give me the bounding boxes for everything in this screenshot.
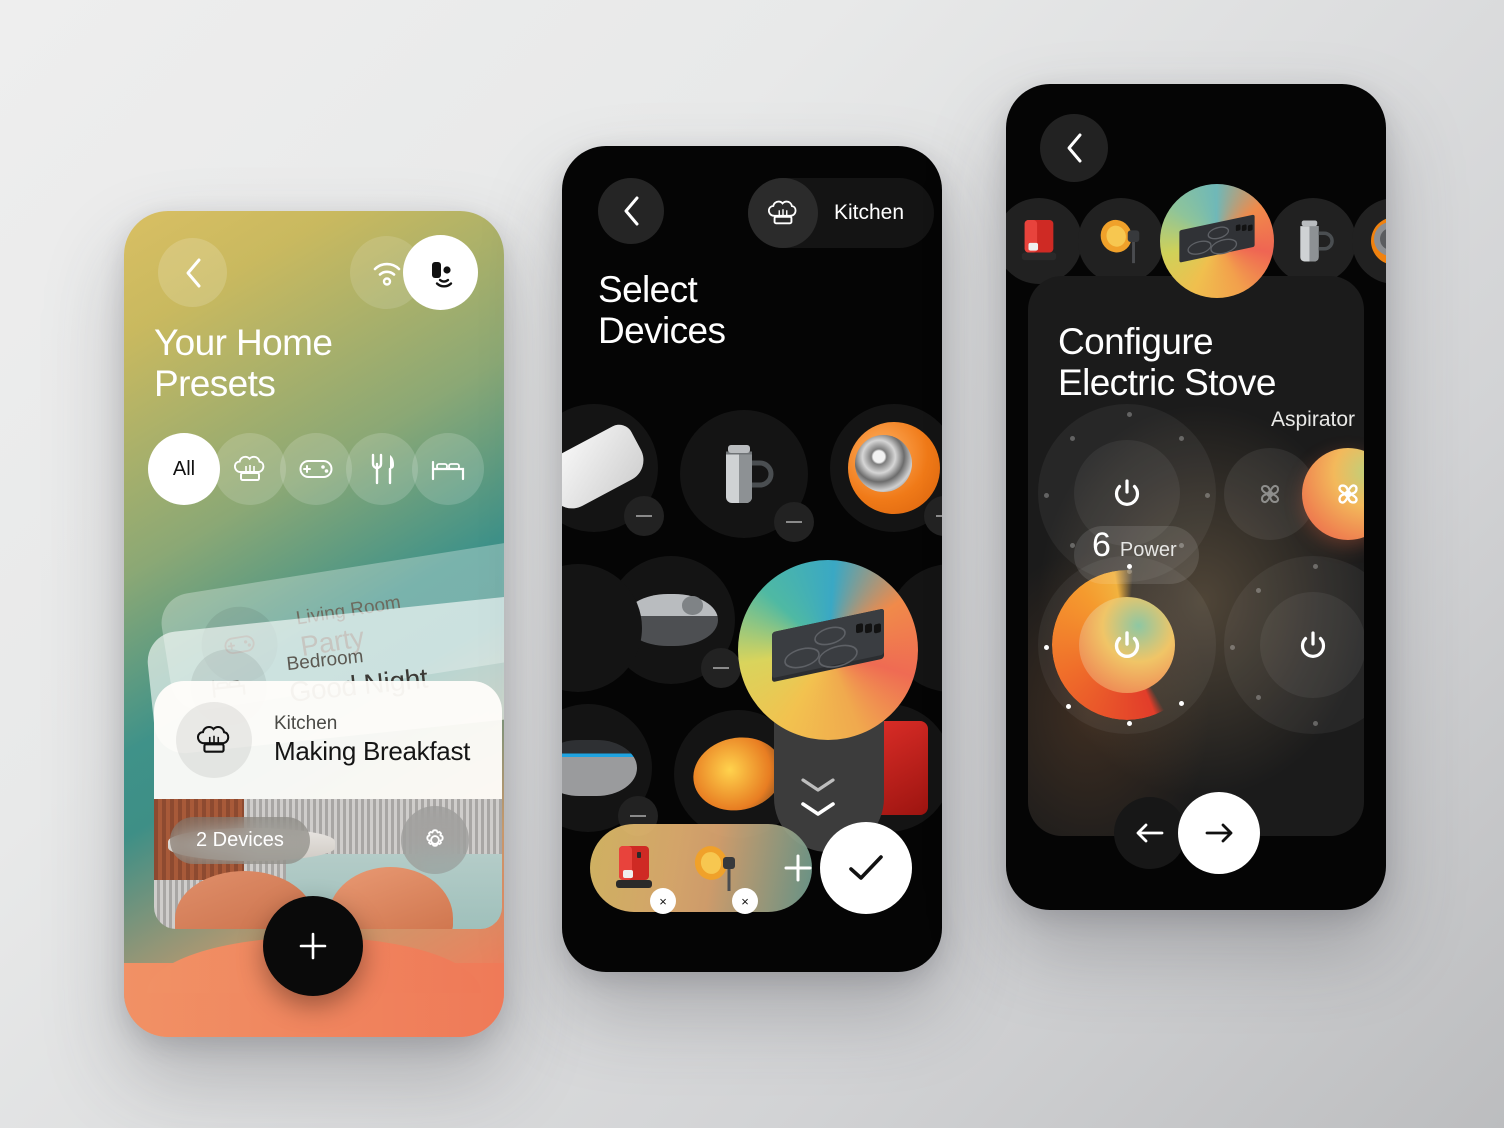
carousel-item-coffee-machine[interactable] [1006,198,1082,284]
next-step-button[interactable] [1178,792,1260,874]
plus-icon [296,929,330,963]
room-chip-label: Kitchen [834,201,905,224]
empty-slot-icon [562,564,642,692]
drag-handle[interactable] [624,496,664,536]
remove-item-button[interactable]: × [732,888,758,914]
check-icon [847,853,885,883]
category-all-label: All [172,457,196,480]
remove-item-button[interactable]: × [650,888,676,914]
page-title-line2: Devices [598,309,726,351]
bed-icon [431,457,465,481]
device-tile-air-conditioner[interactable] [562,404,664,536]
burner-power-button[interactable] [1079,597,1175,693]
carousel-item-studio-lamp[interactable] [1078,198,1164,284]
wizard-nav [1114,792,1260,874]
drag-handle[interactable] [774,502,814,542]
phone-screen-configure: Configure Electric Stove Aspirator 6 Pow… [1006,84,1386,910]
burner-power-button[interactable] [1260,592,1364,698]
arrow-right-icon [1202,822,1236,844]
category-all[interactable]: All [148,433,220,505]
orange-speaker-icon [1367,213,1386,269]
status-badge-devices: 2 Devices [170,817,310,864]
device-tile-electric-stove-selected[interactable] [738,560,918,740]
fan-icon [1253,477,1287,511]
selected-devices-tray: × × [590,824,836,914]
chef-hat-icon [234,453,266,485]
category-bedroom[interactable] [412,433,484,505]
power-level-label: Power [1119,539,1177,561]
chef-hat-icon [176,702,252,778]
add-preset-button[interactable] [263,896,363,996]
back-button[interactable] [598,178,664,244]
aspirator-label: Aspirator [1270,408,1356,431]
category-dining[interactable] [346,433,418,505]
configure-panel: Configure Electric Stove Aspirator 6 Pow… [1028,276,1364,836]
arrow-left-icon [1134,822,1166,844]
electric-stove-icon [1174,212,1260,270]
carousel-item-speaker[interactable] [1352,198,1386,284]
category-games[interactable] [280,433,352,505]
burner-dial-bottom-right[interactable] [1224,556,1364,734]
page-title-line1: Configure [1058,321,1214,362]
page-title: Select Devices [598,269,726,351]
category-filter-bar: All [148,433,504,505]
page-title-line1: Your Home [154,322,333,363]
category-kitchen[interactable] [214,433,286,505]
expand-indicator [798,776,838,824]
device-tile-echo[interactable] [562,704,658,836]
chevron-left-icon [183,257,203,289]
studio-lamp-icon [1095,214,1147,268]
carousel-item-kettle[interactable] [1270,198,1356,284]
device-tile-speaker[interactable] [830,404,942,536]
chevron-down-icon [798,776,838,794]
page-title-line2: Electric Stove [1058,361,1276,403]
chevron-left-icon [621,195,641,227]
chef-hat-icon [748,178,818,248]
power-level-badge: 6 Power [1074,526,1199,584]
coffee-machine-icon [611,842,657,894]
preset-card-kitchen[interactable]: Kitchen Making Breakfast [154,681,502,799]
preset-settings-button[interactable] [401,806,469,874]
plus-icon [782,852,814,884]
electric-stove-icon [764,608,892,692]
back-button[interactable] [158,238,227,307]
page-title-line2: Presets [154,362,276,404]
carousel-item-electric-stove[interactable] [1160,184,1274,298]
gamepad-icon [299,457,333,481]
power-level-value: 6 [1092,526,1111,564]
confirm-button[interactable] [820,822,912,914]
page-title: Your Home Presets [154,322,333,404]
page-title-line1: Select [598,269,698,310]
room-chip[interactable]: Kitchen [748,178,935,248]
aspirator-on-option[interactable] [1302,448,1364,540]
wifi-icon [372,260,402,286]
device-tile-filler-left[interactable] [562,564,642,692]
studio-lamp-icon [689,841,743,895]
tray-item-studio-lamp[interactable]: × [672,824,760,914]
cast-device-icon [426,258,456,288]
chevron-down-icon[interactable] [798,800,838,818]
preset-name: Making Breakfast [274,736,471,766]
page-title: Configure Electric Stove [1058,321,1276,403]
device-tile-kettle[interactable] [680,410,814,542]
power-icon [1112,477,1142,509]
back-button[interactable] [1040,114,1108,182]
chevron-left-icon [1064,132,1084,164]
fan-icon [1330,476,1364,512]
tray-item-coffee-machine[interactable]: × [590,824,678,914]
status-actions [350,235,478,310]
kettle-icon [1289,214,1337,268]
power-icon [1112,629,1142,661]
coffee-machine-icon [1017,216,1061,266]
drag-handle[interactable] [701,648,741,688]
preset-room: Kitchen [274,713,338,734]
previous-step-button[interactable] [1114,797,1186,869]
phone-screen-presets: Your Home Presets All Living Room Bedroo… [124,211,504,1037]
phone-screen-select-devices: Kitchen Select Devices × × [562,146,942,972]
cutlery-icon [368,453,396,485]
cast-button[interactable] [403,235,478,310]
aspirator-toggle[interactable] [1224,448,1364,540]
gear-icon [421,826,449,854]
power-icon [1298,629,1328,661]
